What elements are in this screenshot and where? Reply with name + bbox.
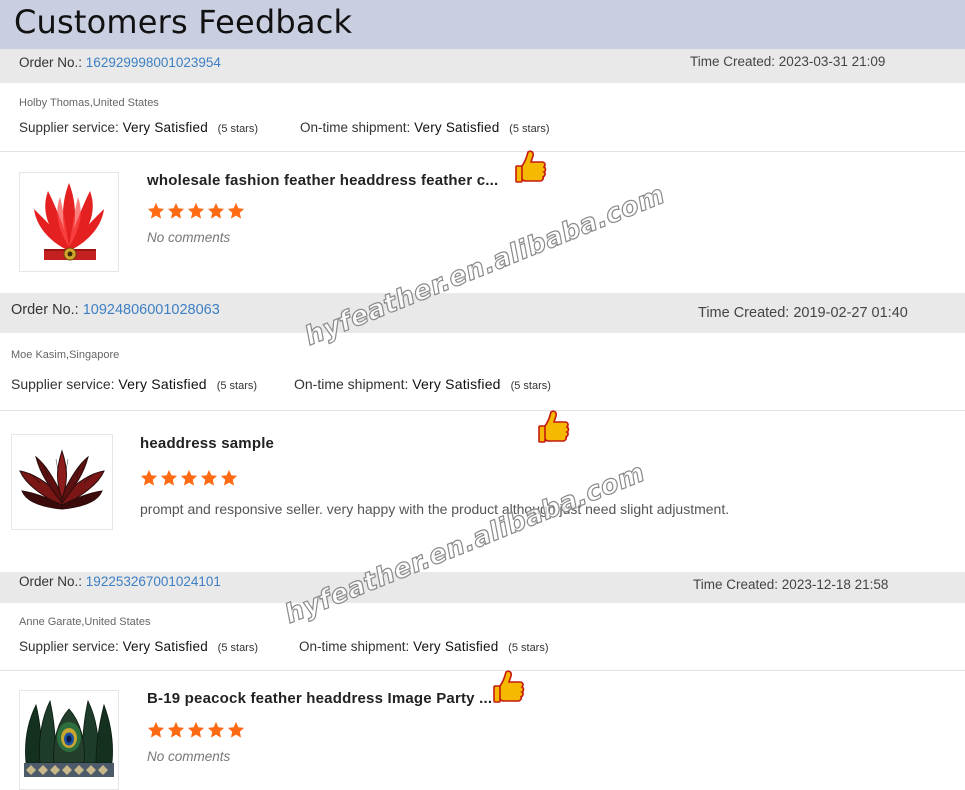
shipment-label: On-time shipment: (294, 376, 409, 392)
star-icon (180, 469, 198, 486)
order-number-label: Order No.: (11, 302, 79, 318)
order-number-link[interactable]: 162929998001023954 (86, 55, 221, 70)
star-icon (227, 202, 245, 219)
shipment-label: On-time shipment: (300, 120, 411, 135)
shipment-rating: On-time shipment: Very Satisfied (5 star… (294, 376, 551, 392)
star-icon (187, 721, 205, 738)
dark-red-feather-headdress-image[interactable] (11, 434, 113, 530)
shipment-value: Very Satisfied (412, 376, 501, 392)
order-number-label: Order No.: (19, 574, 83, 589)
time-created-value: 2023-12-18 21:58 (781, 577, 889, 592)
time-created-label: Time Created: (693, 577, 779, 592)
time-created-value: 2019-02-27 01:40 (793, 305, 908, 321)
time-created-value: 2023-03-31 21:09 (778, 54, 886, 69)
star-icon (227, 721, 245, 738)
supplier-service-value: Very Satisfied (122, 639, 208, 654)
supplier-service-stars: (5 stars) (217, 123, 259, 135)
buyer-info: Holby Thomas,United States (19, 97, 159, 109)
supplier-service-rating: Supplier service: Very Satisfied (5 star… (11, 376, 257, 392)
review-comment: prompt and responsive seller. very happy… (140, 501, 730, 517)
review-comment: No comments (147, 230, 231, 245)
divider (0, 670, 965, 671)
shipment-stars: (5 stars) (510, 380, 551, 392)
star-icon (220, 469, 238, 486)
product-star-rating (140, 469, 238, 487)
order-number-label: Order No.: (19, 55, 83, 70)
red-feather-headband-image[interactable] (19, 172, 119, 272)
shipment-stars: (5 stars) (509, 123, 550, 135)
time-created-label: Time Created: (698, 305, 790, 321)
shipment-value: Very Satisfied (414, 120, 500, 135)
star-icon (207, 721, 225, 738)
supplier-service-rating: Supplier service: Very Satisfied (5 star… (19, 120, 258, 135)
supplier-service-stars: (5 stars) (217, 642, 259, 654)
divider (0, 151, 965, 152)
time-created: Time Created: 2023-03-31 21:09 (690, 54, 885, 69)
shipment-rating: On-time shipment: Very Satisfied (5 star… (299, 639, 549, 654)
thumbs-up-icon (538, 410, 570, 443)
star-icon (160, 469, 178, 486)
peacock-feather-headdress-image[interactable] (19, 690, 119, 790)
product-title-link[interactable]: wholesale fashion feather headdress feat… (147, 172, 498, 189)
star-icon (187, 202, 205, 219)
buyer-info: Moe Kasim,Singapore (11, 349, 120, 361)
buyer-info: Anne Garate,United States (19, 616, 151, 628)
shipment-value: Very Satisfied (413, 639, 499, 654)
red-feather-headband-icon (34, 183, 104, 261)
time-created-label: Time Created: (690, 54, 776, 69)
order-number-link[interactable]: 192253267001024101 (86, 574, 221, 589)
thumbs-up-icon (515, 150, 547, 183)
page-header: Customers Feedback (0, 0, 965, 49)
star-icon (207, 202, 225, 219)
order-number-row: Order No.: 192253267001024101 (19, 574, 221, 589)
watermark: hyfeather.en.alibaba.com (280, 457, 650, 630)
product-title-link[interactable]: B-19 peacock feather headdress Image Par… (147, 690, 492, 707)
product-title-link[interactable]: headdress sample (140, 435, 274, 452)
star-icon (147, 721, 165, 738)
star-icon (140, 469, 158, 486)
order-number-link[interactable]: 10924806001028063 (83, 302, 220, 318)
supplier-service-label: Supplier service: (19, 639, 119, 654)
time-created: Time Created: 2023-12-18 21:58 (693, 577, 888, 592)
star-icon (167, 721, 185, 738)
order-number-row: Order No.: 10924806001028063 (11, 302, 220, 318)
divider (0, 410, 965, 411)
dark-red-feather-headdress-icon (19, 449, 105, 510)
review-comment: No comments (147, 749, 231, 764)
page-title: Customers Feedback (14, 3, 353, 41)
product-star-rating (147, 202, 245, 220)
thumbs-up-icon (493, 670, 525, 703)
order-number-row: Order No.: 162929998001023954 (19, 55, 221, 70)
supplier-service-stars: (5 stars) (216, 380, 258, 392)
supplier-service-label: Supplier service: (11, 376, 115, 392)
star-icon (200, 469, 218, 486)
shipment-stars: (5 stars) (508, 642, 549, 654)
star-icon (147, 202, 165, 219)
shipment-rating: On-time shipment: Very Satisfied (5 star… (300, 120, 550, 135)
supplier-service-rating: Supplier service: Very Satisfied (5 star… (19, 639, 258, 654)
supplier-service-value: Very Satisfied (122, 120, 208, 135)
time-created: Time Created: 2019-02-27 01:40 (698, 305, 908, 321)
peacock-feather-headdress-icon (24, 699, 114, 777)
product-star-rating (147, 721, 245, 739)
shipment-label: On-time shipment: (299, 639, 410, 654)
supplier-service-value: Very Satisfied (118, 376, 207, 392)
star-icon (167, 202, 185, 219)
supplier-service-label: Supplier service: (19, 120, 119, 135)
